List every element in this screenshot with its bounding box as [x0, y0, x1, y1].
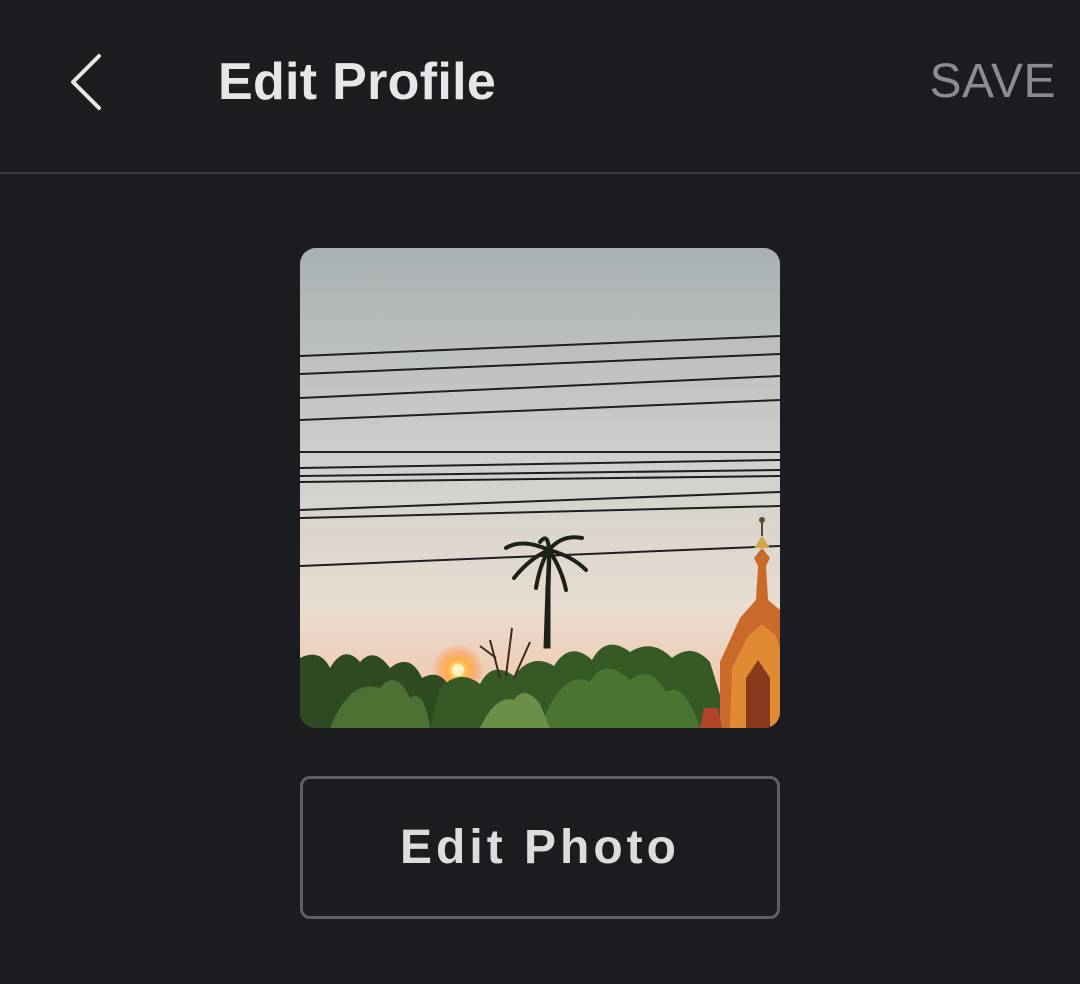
back-button[interactable] [52, 42, 122, 122]
edit-photo-label: Edit Photo [400, 821, 680, 874]
edit-photo-button[interactable]: Edit Photo [300, 776, 780, 919]
top-app-bar: Edit Profile SAVE [0, 0, 1080, 174]
save-button[interactable]: SAVE [930, 52, 1057, 112]
chevron-left-icon [71, 54, 101, 110]
profile-photo [300, 248, 780, 728]
page-title: Edit Profile [218, 53, 497, 111]
